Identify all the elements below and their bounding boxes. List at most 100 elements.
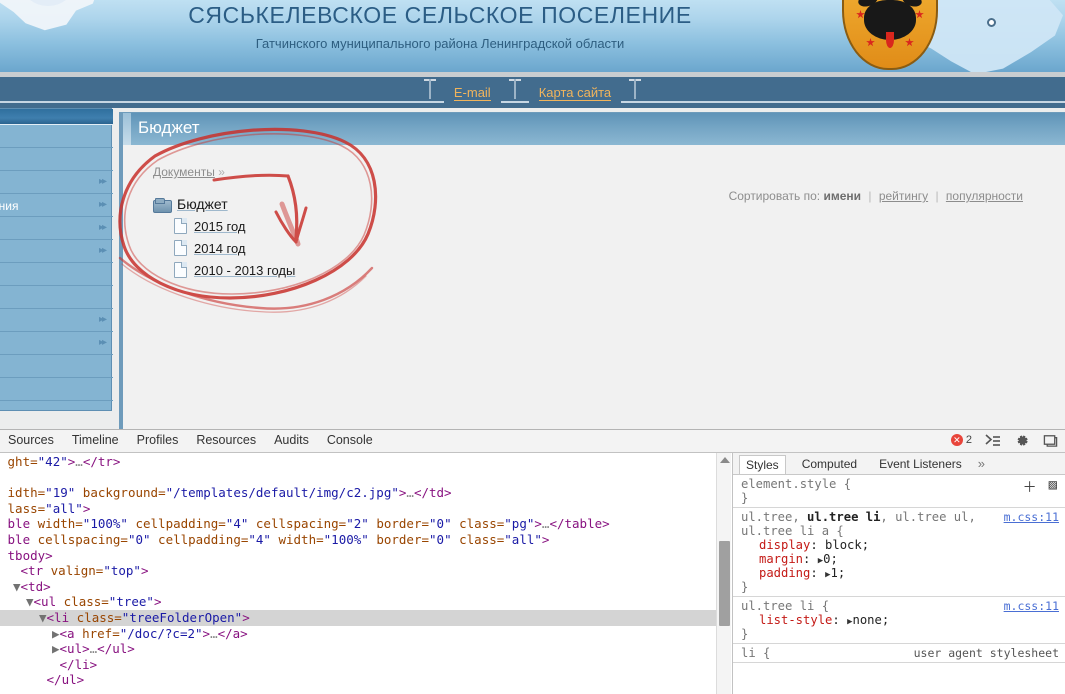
- disclosure-triangle-icon[interactable]: ▶: [52, 641, 60, 656]
- tab-console[interactable]: Console: [325, 433, 375, 447]
- breadcrumb-link-documents[interactable]: Документы: [153, 165, 215, 179]
- dom-tree-line[interactable]: ▼<ul class="tree">: [0, 594, 716, 610]
- dom-tree-pane[interactable]: ght="42">…</tr> idth="19" background="/t…: [0, 453, 716, 694]
- dom-tree-line[interactable]: ble width="100%" cellpadding="4" cellspa…: [0, 516, 716, 532]
- dom-tree-line[interactable]: ght="42">…</tr>: [0, 454, 716, 470]
- tab-styles[interactable]: Styles: [739, 455, 786, 474]
- disclosure-triangle-icon[interactable]: [0, 501, 8, 516]
- sidebar-item-5[interactable]: ▸▸: [0, 241, 113, 263]
- tree-folder-label: Бюджет: [177, 196, 228, 212]
- disclosure-triangle-icon[interactable]: [52, 657, 60, 672]
- dom-tree-line[interactable]: ▼<li class="treeFolderOpen">: [0, 610, 716, 626]
- element-state-icon[interactable]: ▨: [1049, 477, 1057, 497]
- console-drawer-icon[interactable]: [985, 433, 1001, 447]
- style-rule[interactable]: m.css:11ul.tree, ul.tree li, ul.tree ul,…: [733, 508, 1065, 597]
- sidebar-item-8[interactable]: ▸▸: [0, 310, 113, 332]
- disclosure-triangle-icon[interactable]: [13, 563, 21, 578]
- sidebar-item-11[interactable]: [0, 379, 113, 401]
- disclosure-triangle-icon[interactable]: [0, 454, 8, 469]
- nav-link-sitemap[interactable]: Карта сайта: [529, 77, 621, 108]
- tab-computed[interactable]: Computed: [796, 455, 863, 473]
- dom-tree-line[interactable]: lass="all">: [0, 501, 716, 517]
- nav-separator: [621, 77, 649, 108]
- dom-tree-scrollbar[interactable]: [716, 453, 731, 694]
- sidebar-item-2[interactable]: ▸▸: [0, 172, 113, 194]
- disclosure-triangle-icon[interactable]: [0, 548, 8, 563]
- style-declaration[interactable]: margin: ▶0;: [741, 552, 1057, 566]
- tree-item-label: 2010 - 2013 годы: [194, 263, 295, 278]
- sort-link-rating[interactable]: рейтингу: [879, 189, 928, 203]
- tab-sources[interactable]: Sources: [6, 433, 56, 447]
- devtools-panel: Sources Timeline Profiles Resources Audi…: [0, 429, 1065, 693]
- sidebar-item-7[interactable]: [0, 287, 113, 309]
- devtools-tabbar: Sources Timeline Profiles Resources Audi…: [6, 433, 375, 447]
- sidebar-item-1[interactable]: [0, 149, 113, 171]
- tab-profiles[interactable]: Profiles: [135, 433, 181, 447]
- dom-tree-line[interactable]: idth="19" background="/templates/default…: [0, 485, 716, 501]
- style-rule[interactable]: user agent stylesheetli {: [733, 644, 1065, 663]
- sort-separator: |: [931, 189, 942, 203]
- styles-tabbar: Styles Computed Event Listeners »: [733, 453, 1065, 475]
- tree-folder-budget[interactable]: Бюджет: [153, 193, 295, 215]
- style-origin-link[interactable]: m.css:11: [1004, 510, 1059, 524]
- disclosure-triangle-icon[interactable]: ▼: [13, 579, 21, 594]
- dom-tree-line[interactable]: </li>: [0, 657, 716, 673]
- disclosure-triangle-icon[interactable]: [0, 532, 8, 547]
- dom-tree-line[interactable]: </ul>: [0, 672, 716, 688]
- disclosure-triangle-icon[interactable]: [39, 672, 47, 687]
- tab-timeline[interactable]: Timeline: [70, 433, 121, 447]
- sidebar-item-4[interactable]: ▸▸: [0, 218, 113, 240]
- nav-separator: [501, 77, 529, 108]
- style-declaration[interactable]: display: block;: [741, 538, 1057, 552]
- sort-link-popularity[interactable]: популярности: [946, 189, 1023, 203]
- tree-item-2014[interactable]: 2014 год: [153, 237, 295, 259]
- document-icon: [174, 240, 187, 256]
- chevron-right-icon: ▸▸: [99, 337, 105, 348]
- dom-tree-line[interactable]: [0, 470, 716, 486]
- sidebar-item-6[interactable]: [0, 264, 113, 286]
- tab-audits[interactable]: Audits: [272, 433, 311, 447]
- disclosure-triangle-icon[interactable]: ▶: [52, 626, 60, 641]
- disclosure-triangle-icon[interactable]: ▼: [39, 610, 47, 625]
- style-declaration[interactable]: padding: ▶1;: [741, 566, 1057, 580]
- nav-link-email[interactable]: E-mail: [444, 77, 501, 108]
- site-subtitle: Гатчинского муниципального района Ленинг…: [0, 36, 880, 51]
- disclosure-triangle-icon[interactable]: [0, 516, 8, 531]
- tree-item-label: 2015 год: [194, 219, 246, 234]
- dock-side-icon[interactable]: [1043, 433, 1059, 447]
- more-tabs-icon[interactable]: »: [978, 456, 985, 471]
- site-title: СЯСЬКЕЛЕВСКОЕ СЕЛЬСКОЕ ПОСЕЛЕНИЕ: [0, 2, 880, 29]
- open-folder-icon: [153, 198, 170, 211]
- dom-tree-line[interactable]: ▶<a href="/doc/?c=2">…</a>: [0, 626, 716, 642]
- gear-icon[interactable]: [1014, 433, 1030, 447]
- disclosure-triangle-icon[interactable]: ▼: [26, 594, 34, 609]
- tree-item-2015[interactable]: 2015 год: [153, 215, 295, 237]
- document-icon: [174, 218, 187, 234]
- dom-tree-line[interactable]: ▶<ul>…</ul>: [0, 641, 716, 657]
- scrollbar-thumb[interactable]: [719, 541, 730, 626]
- chevron-right-icon: ▸▸: [99, 222, 105, 233]
- sidebar-item-0[interactable]: [0, 126, 113, 148]
- tree-item-2010-2013[interactable]: 2010 - 2013 годы: [153, 259, 295, 281]
- dom-tree-line[interactable]: <tr valign="top">: [0, 563, 716, 579]
- sidebar-item-3[interactable]: правления▸▸: [0, 195, 113, 217]
- error-badge-icon[interactable]: ✕ 2: [951, 434, 972, 446]
- disclosure-triangle-icon[interactable]: [0, 470, 8, 485]
- disclosure-triangle-icon[interactable]: [0, 485, 8, 500]
- style-rule[interactable]: m.css:11ul.tree li {list-style: ▶none;}: [733, 597, 1065, 644]
- sidebar-item-10[interactable]: [0, 356, 113, 378]
- sidebar-item-9[interactable]: ▸▸: [0, 333, 113, 355]
- error-dot-icon: ✕: [951, 434, 963, 446]
- dom-tree-line[interactable]: ble cellspacing="0" cellpadding="4" widt…: [0, 532, 716, 548]
- style-rule[interactable]: ＋▨element.style {}: [733, 475, 1065, 508]
- tab-resources[interactable]: Resources: [194, 433, 258, 447]
- style-declaration[interactable]: list-style: ▶none;: [741, 613, 1057, 627]
- tab-event-listeners[interactable]: Event Listeners: [873, 455, 968, 473]
- content-panel: Бюджет Документы » Сортировать по: имени…: [119, 112, 1065, 429]
- style-origin-link[interactable]: m.css:11: [1004, 599, 1059, 613]
- nav-link-sitemap-label: Карта сайта: [539, 85, 611, 101]
- add-rule-icon[interactable]: ＋: [1023, 477, 1037, 497]
- dom-tree-line[interactable]: ▼<td>: [0, 579, 716, 595]
- scroll-up-arrow-icon[interactable]: [720, 457, 730, 463]
- dom-tree-line[interactable]: tbody>: [0, 548, 716, 564]
